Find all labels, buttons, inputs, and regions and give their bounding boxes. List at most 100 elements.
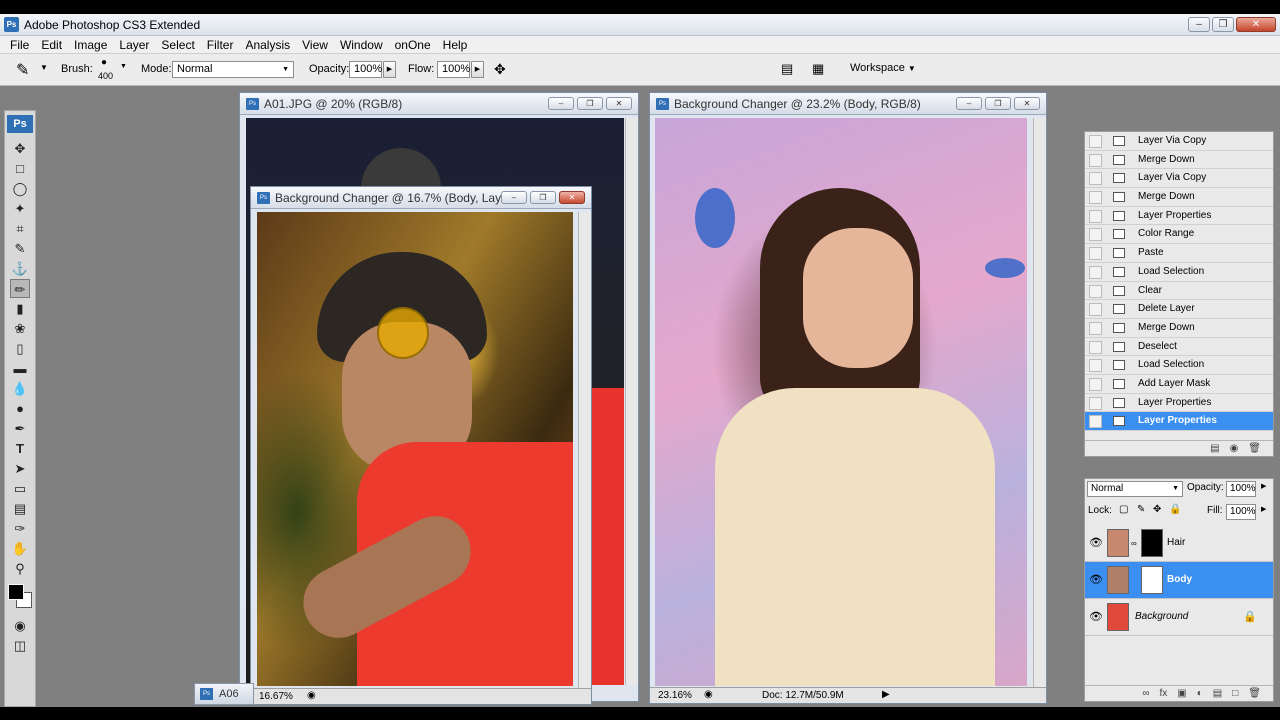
zoom-level[interactable]: 23.16% xyxy=(658,690,692,701)
path-selection-tool-icon[interactable]: ➤ xyxy=(10,459,30,478)
history-brush-source-checkbox[interactable] xyxy=(1089,340,1102,354)
new-document-from-state-icon[interactable]: ▤ xyxy=(1210,441,1219,456)
pen-tool-icon[interactable]: ✒ xyxy=(10,419,30,438)
minimize-button[interactable]: – xyxy=(1188,17,1210,32)
history-state[interactable]: Delete Layer xyxy=(1085,300,1273,319)
history-brush-source-checkbox[interactable] xyxy=(1089,396,1102,410)
close-button[interactable]: ✕ xyxy=(606,97,632,110)
close-button[interactable]: ✕ xyxy=(1236,17,1276,32)
layer-row-body[interactable]: 👁 Body xyxy=(1085,562,1273,599)
shape-tool-icon[interactable]: ▭ xyxy=(10,479,30,498)
fill-slider-arrow-icon[interactable]: ▶ xyxy=(1261,505,1266,513)
history-brush-tool-icon[interactable]: ❀ xyxy=(10,319,30,338)
brush-dot-icon[interactable]: ● xyxy=(101,57,107,68)
close-button[interactable]: ✕ xyxy=(1014,97,1040,110)
menu-filter[interactable]: Filter xyxy=(201,38,240,52)
eye-icon[interactable]: 👁 xyxy=(1088,573,1104,586)
history-state[interactable]: Merge Down xyxy=(1085,319,1273,338)
new-group-icon[interactable]: ▤ xyxy=(1213,686,1222,701)
history-state[interactable]: Clear xyxy=(1085,282,1273,301)
status-menu-icon[interactable]: ◉ xyxy=(704,689,713,700)
clone-stamp-tool-icon[interactable]: ▮ xyxy=(10,299,30,318)
lasso-tool-icon[interactable]: ◯ xyxy=(10,179,30,198)
lock-pixels-icon[interactable]: ✎ xyxy=(1137,504,1145,515)
opacity-slider-arrow-icon[interactable]: ▶ xyxy=(383,61,396,78)
history-brush-source-checkbox[interactable] xyxy=(1089,228,1102,242)
maximize-button[interactable]: ❐ xyxy=(577,97,603,110)
canvas-man[interactable] xyxy=(257,212,573,686)
eraser-tool-icon[interactable]: ▯ xyxy=(10,339,30,358)
vertical-scrollbar[interactable] xyxy=(578,212,591,688)
healing-brush-tool-icon[interactable]: ⚓ xyxy=(10,259,30,278)
minimize-button[interactable]: – xyxy=(956,97,982,110)
history-state[interactable]: Layer Properties xyxy=(1085,412,1273,431)
trash-icon[interactable]: 🗑 xyxy=(1248,441,1261,456)
history-state[interactable]: Deselect xyxy=(1085,338,1273,357)
flow-input[interactable]: 100% xyxy=(437,61,470,78)
history-state[interactable]: Layer Properties xyxy=(1085,394,1273,413)
history-brush-source-checkbox[interactable] xyxy=(1089,153,1102,167)
minimized-document[interactable]: Ps A06 xyxy=(194,683,254,705)
layer-mask-thumbnail[interactable] xyxy=(1141,529,1163,557)
history-brush-source-checkbox[interactable] xyxy=(1089,284,1102,298)
crop-tool-icon[interactable]: ⌗ xyxy=(10,219,30,238)
vertical-scrollbar[interactable] xyxy=(625,118,638,685)
blur-tool-icon[interactable]: 💧 xyxy=(10,379,30,398)
layer-style-icon[interactable]: fx xyxy=(1160,686,1168,701)
quick-mask-icon[interactable]: ◉ xyxy=(10,616,30,635)
layer-mask-thumbnail[interactable] xyxy=(1141,566,1163,594)
maximize-button[interactable]: ❐ xyxy=(530,191,556,204)
status-arrow-icon[interactable]: ▶ xyxy=(882,689,890,700)
foreground-color[interactable] xyxy=(8,584,24,600)
history-brush-source-checkbox[interactable] xyxy=(1089,191,1102,205)
screen-mode-icon[interactable]: ◫ xyxy=(10,636,30,655)
history-brush-source-checkbox[interactable] xyxy=(1089,135,1102,148)
maximize-button[interactable]: ❐ xyxy=(985,97,1011,110)
eyedropper-tool-icon[interactable]: ✑ xyxy=(10,519,30,538)
workspace-button[interactable]: Workspace ▼ xyxy=(850,62,916,74)
history-state[interactable]: Layer Properties xyxy=(1085,207,1273,226)
layer-opacity-input[interactable]: 100% xyxy=(1226,481,1256,497)
notes-tool-icon[interactable]: ▤ xyxy=(10,499,30,518)
history-state[interactable]: Add Layer Mask xyxy=(1085,375,1273,394)
dodge-tool-icon[interactable]: ● xyxy=(10,399,30,418)
history-state[interactable]: Load Selection xyxy=(1085,263,1273,282)
new-layer-icon[interactable]: □ xyxy=(1232,686,1238,701)
blend-mode-select[interactable]: Normal ▼ xyxy=(1087,481,1183,497)
document-title-bar[interactable]: Ps Background Changer @ 23.2% (Body, RGB… xyxy=(650,93,1046,115)
canvas-woman[interactable] xyxy=(655,118,1027,686)
document-title-bar[interactable]: Ps A01.JPG @ 20% (RGB/8) – ❐ ✕ xyxy=(240,93,638,115)
history-brush-source-checkbox[interactable] xyxy=(1089,359,1102,373)
marquee-tool-icon[interactable]: □ xyxy=(10,159,30,178)
mode-select[interactable]: Normal ▼ xyxy=(172,61,294,78)
zoom-tool-icon[interactable]: ⚲ xyxy=(10,559,30,578)
history-state[interactable]: Paste xyxy=(1085,244,1273,263)
airbrush-icon[interactable]: ✥ xyxy=(494,61,506,78)
lock-transparent-icon[interactable]: ▢ xyxy=(1119,504,1128,515)
menu-edit[interactable]: Edit xyxy=(35,38,68,52)
history-state[interactable]: Layer Via Copy xyxy=(1085,169,1273,189)
lock-position-icon[interactable]: ✥ xyxy=(1153,504,1161,515)
menu-window[interactable]: Window xyxy=(334,38,389,52)
bridge-icon[interactable]: ▦ xyxy=(812,61,824,77)
magic-wand-tool-icon[interactable]: ✦ xyxy=(10,199,30,218)
type-tool-icon[interactable]: T xyxy=(10,439,30,458)
history-brush-source-checkbox[interactable] xyxy=(1089,377,1102,391)
document-window-woman[interactable]: Ps Background Changer @ 23.2% (Body, RGB… xyxy=(649,92,1047,704)
layer-row-hair[interactable]: 👁 ∞ Hair xyxy=(1085,525,1273,562)
vertical-scrollbar[interactable] xyxy=(1033,118,1046,687)
menu-onone[interactable]: onOne xyxy=(389,38,437,52)
document-window-man[interactable]: Ps Background Changer @ 16.7% (Body, Lay… xyxy=(250,186,592,705)
history-state[interactable]: Layer Via Copy xyxy=(1085,132,1273,151)
history-brush-source-checkbox[interactable] xyxy=(1089,265,1102,279)
history-brush-source-checkbox[interactable] xyxy=(1089,303,1102,317)
minimize-button[interactable]: – xyxy=(501,191,527,204)
lock-all-icon[interactable]: 🔒 xyxy=(1169,504,1181,515)
history-state[interactable]: Merge Down xyxy=(1085,151,1273,170)
history-state[interactable]: Merge Down xyxy=(1085,188,1273,207)
zoom-level[interactable]: 16.67% xyxy=(259,691,293,702)
history-state[interactable]: Color Range xyxy=(1085,225,1273,245)
close-button[interactable]: ✕ xyxy=(559,191,585,204)
history-brush-source-checkbox[interactable] xyxy=(1089,172,1102,186)
brush-tool-preset-icon[interactable]: ✎ xyxy=(16,60,29,80)
